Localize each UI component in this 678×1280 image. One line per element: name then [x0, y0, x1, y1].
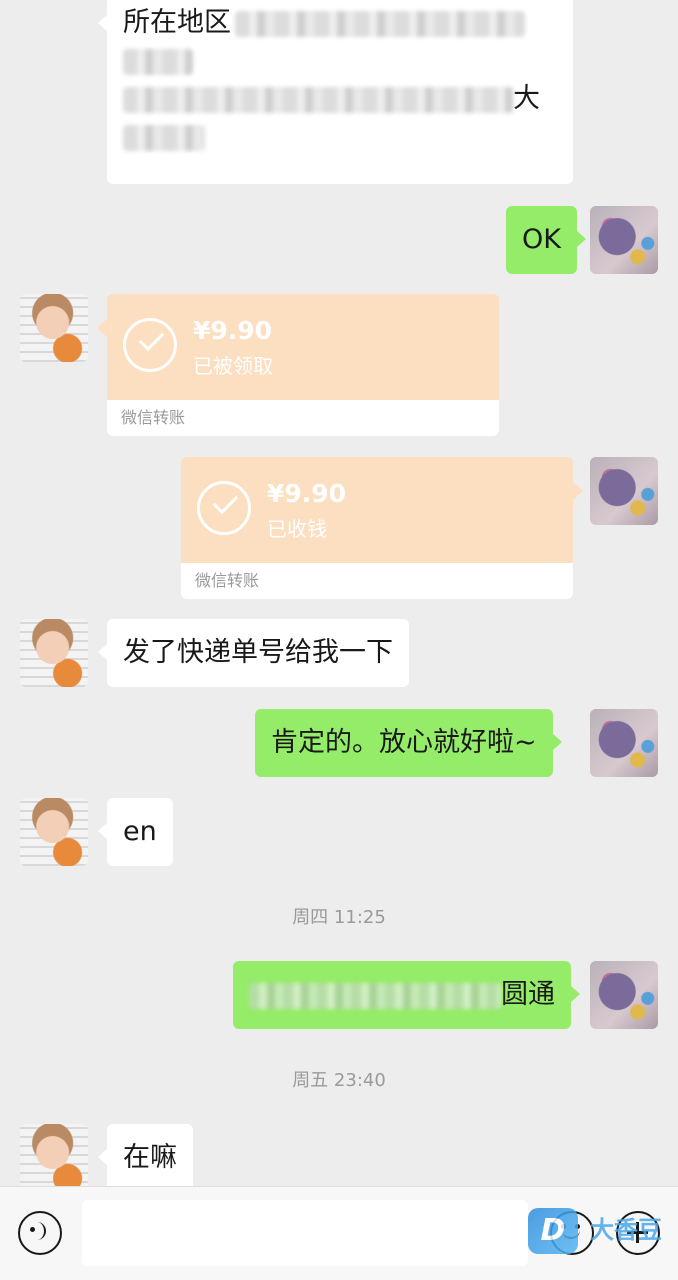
message-text: en	[123, 816, 157, 847]
transfer-label: 微信转账	[181, 563, 573, 599]
message-tracking-number[interactable]: 圆通	[233, 961, 580, 1029]
transfer-card-collected[interactable]: ¥9.90 已收钱 微信转账	[181, 457, 573, 599]
message-send-tracking[interactable]: 发了快递单号给我一下	[98, 619, 409, 687]
timestamp: 周四 11:25	[292, 907, 386, 928]
my-avatar[interactable]	[590, 961, 658, 1029]
contact-avatar[interactable]	[20, 294, 88, 362]
watermark-text: 大香豆	[590, 1216, 662, 1244]
message-text: 在嘛	[123, 1142, 177, 1173]
redacted-text	[123, 48, 193, 75]
my-avatar[interactable]	[590, 709, 658, 777]
check-circle-icon	[197, 481, 251, 535]
my-avatar[interactable]	[590, 457, 658, 525]
message-sure[interactable]: 肯定的。放心就好啦~	[255, 709, 562, 777]
message-zaima[interactable]: 在嘛	[98, 1124, 193, 1186]
contact-avatar[interactable]	[20, 1124, 88, 1186]
redacted-text	[123, 86, 513, 113]
transfer-card-received[interactable]: ¥9.90 已被领取 微信转账	[107, 294, 499, 436]
my-avatar[interactable]	[590, 206, 658, 274]
watermark-logo: D	[528, 1208, 578, 1254]
message-text: OK	[522, 224, 561, 255]
message-en[interactable]: en	[98, 798, 173, 866]
address-label: 所在地区	[123, 7, 231, 38]
transfer-status: 已被领取	[193, 354, 273, 378]
message-ok[interactable]: OK	[506, 206, 586, 274]
watermark: D 大香豆	[528, 1208, 678, 1258]
carrier-name: 圆通	[501, 979, 555, 1010]
contact-avatar[interactable]	[20, 619, 88, 687]
message-input[interactable]	[82, 1200, 528, 1266]
chat-area[interactable]: 所在地区 大 OK ¥9.90 已被领取 微信转账 ¥9.90 已收钱 微信转账…	[0, 0, 678, 1186]
transfer-status: 已收钱	[267, 517, 327, 541]
voice-icon[interactable]	[18, 1211, 62, 1255]
bubble-tail	[573, 482, 583, 500]
transfer-label: 微信转账	[107, 400, 499, 436]
redacted-tracking-number	[249, 982, 501, 1009]
transfer-amount: ¥9.90	[193, 316, 273, 345]
redacted-text	[235, 10, 525, 37]
message-text: 发了快递单号给我一下	[123, 637, 393, 668]
address-line2-end: 大	[513, 83, 540, 114]
message-address[interactable]: 所在地区 大	[98, 0, 573, 184]
transfer-amount: ¥9.90	[267, 479, 347, 508]
redacted-text	[123, 124, 205, 151]
bubble-tail	[97, 319, 107, 337]
timestamp: 周五 23:40	[292, 1070, 386, 1091]
check-circle-icon	[123, 318, 177, 372]
contact-avatar[interactable]	[20, 798, 88, 866]
message-text: 肯定的。放心就好啦~	[271, 727, 537, 758]
